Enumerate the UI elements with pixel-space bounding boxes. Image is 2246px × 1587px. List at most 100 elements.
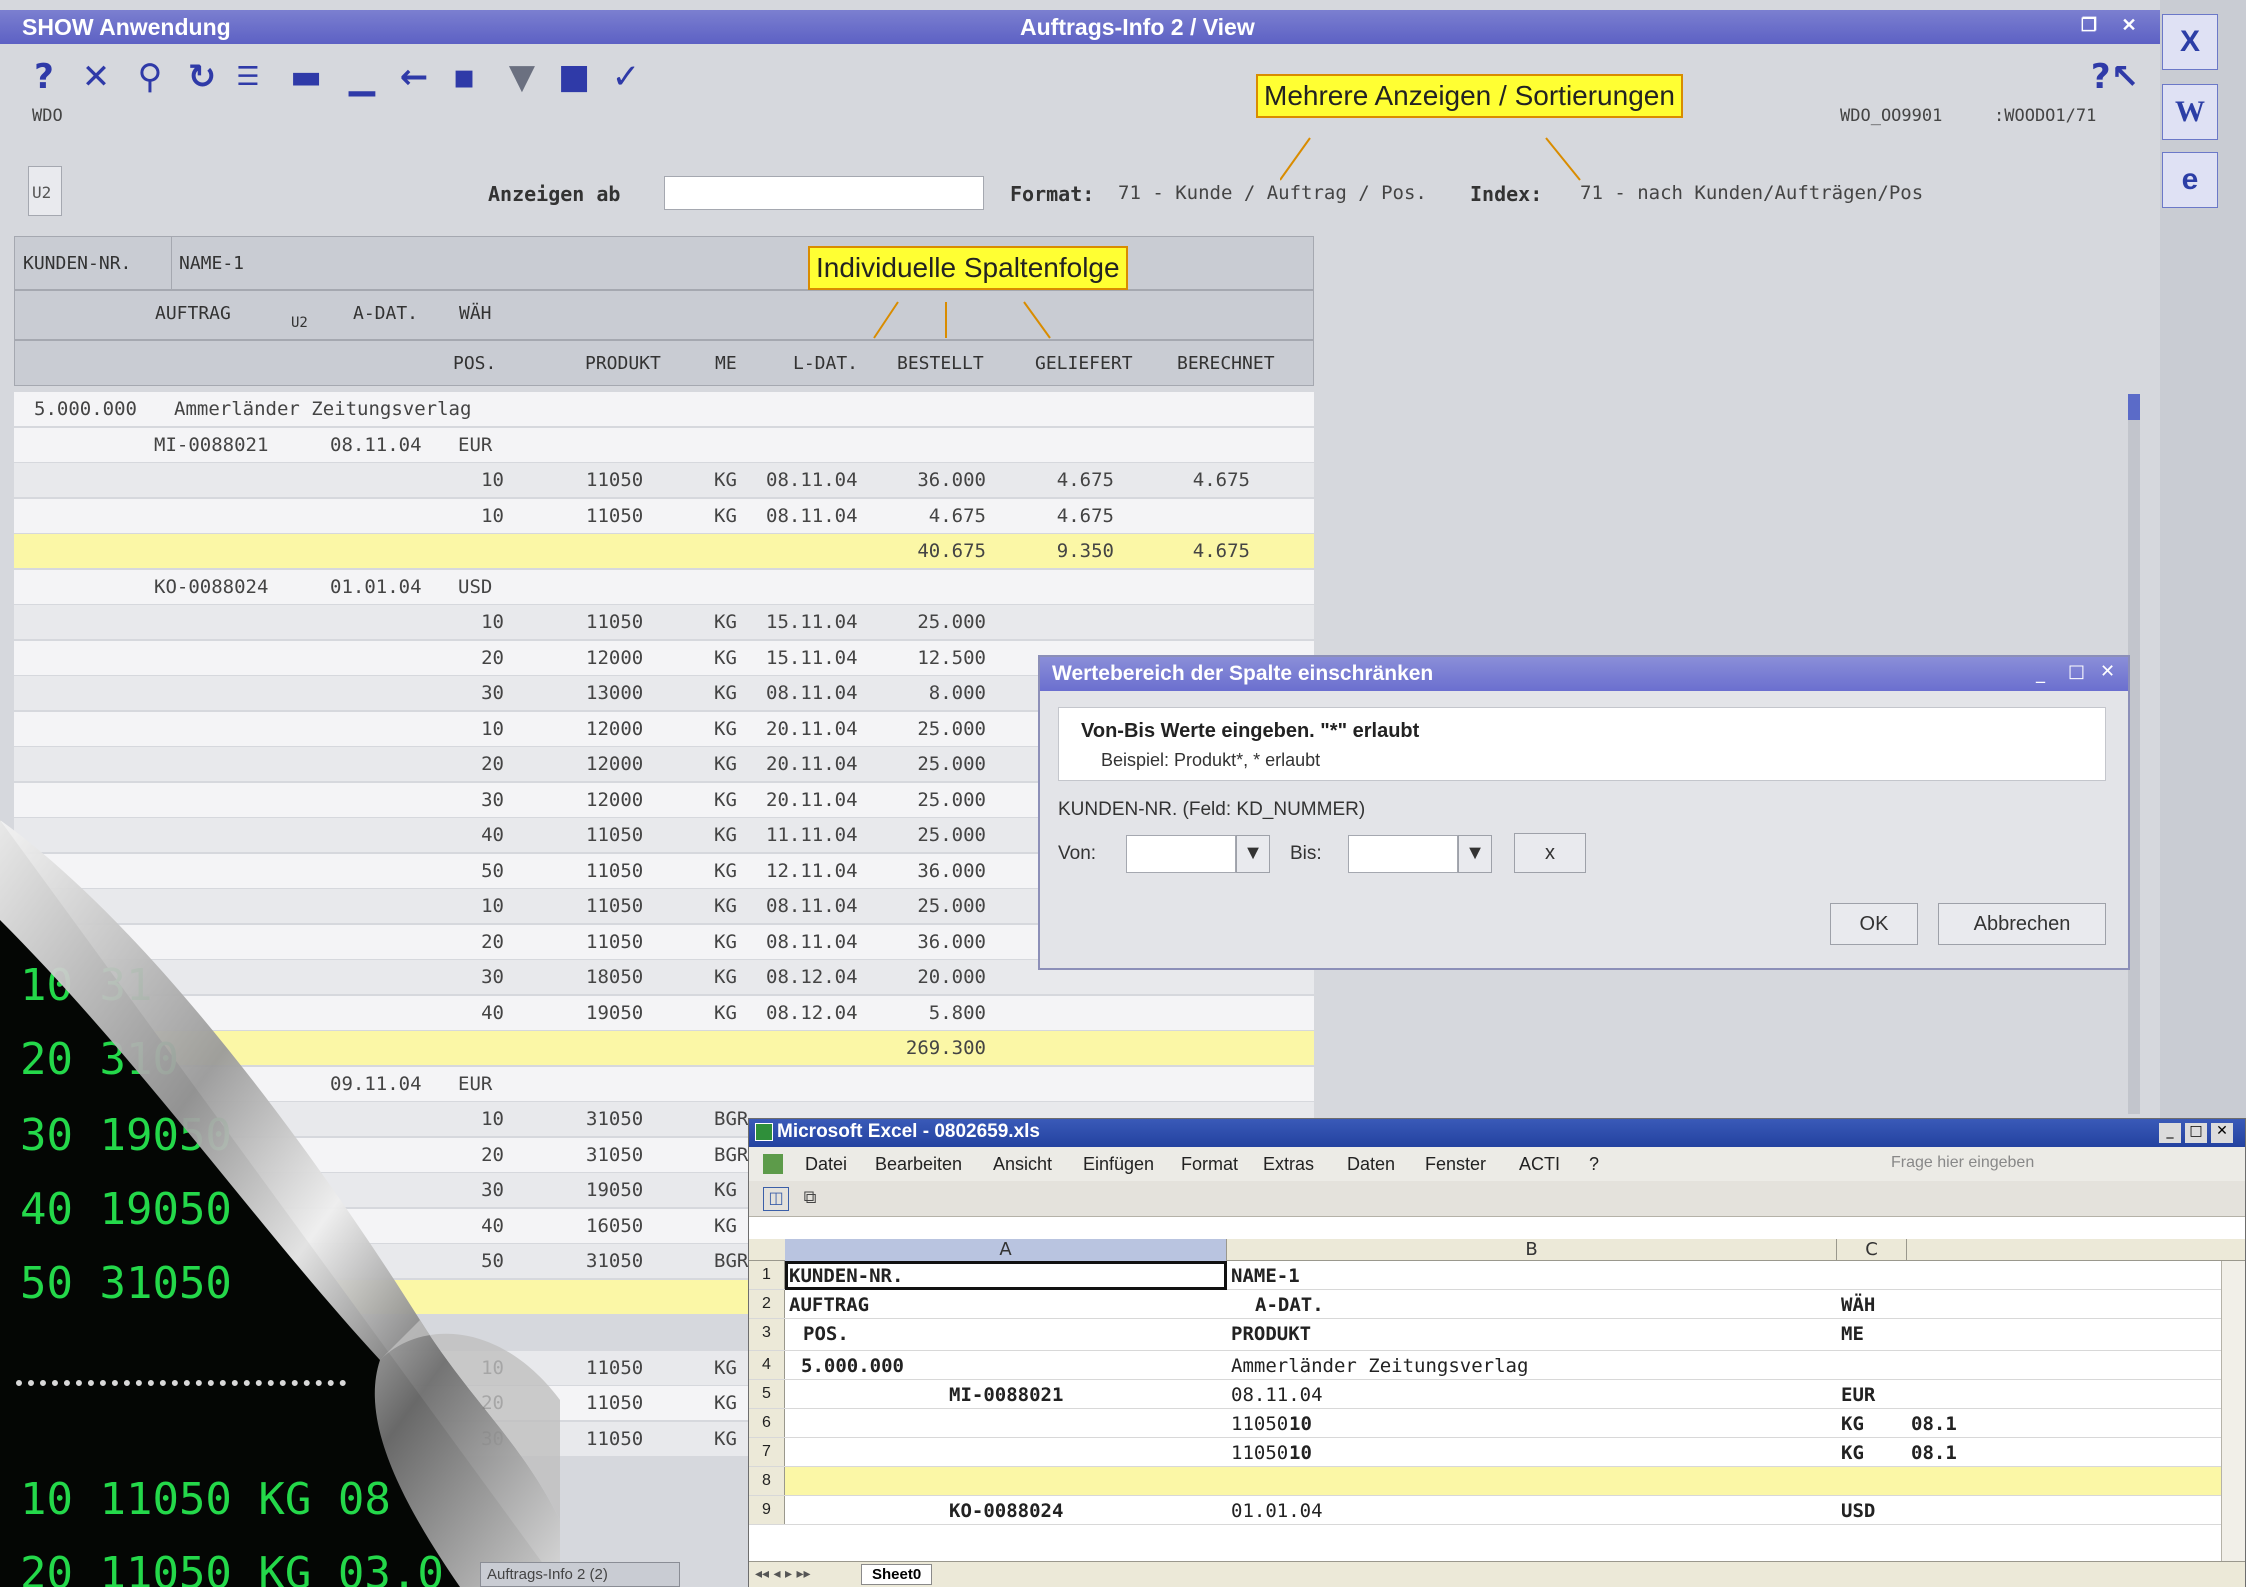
cell-a[interactable]: POS. [803, 1323, 849, 1345]
excel-help-search[interactable]: Frage hier eingeben [1891, 1154, 2034, 1172]
anzeigen-input[interactable] [664, 176, 984, 210]
row-number[interactable]: 4 [749, 1351, 785, 1379]
word-export-icon[interactable]: W [2162, 84, 2218, 140]
col-header-c[interactable]: C [1837, 1239, 1907, 1261]
ok-button[interactable]: OK [1830, 903, 1918, 945]
col-a-dat[interactable]: A-DAT. [353, 303, 418, 324]
excel-row[interactable]: 9 KO-0088024 01.01.04 USD [749, 1496, 2245, 1525]
col-produkt[interactable]: PRODUKT [585, 353, 661, 374]
list-icon[interactable]: ☰ [228, 54, 268, 100]
index-value[interactable]: 71 - nach Kunden/Aufträgen/Pos [1580, 182, 1923, 204]
cell-c[interactable]: USD [1841, 1500, 1875, 1522]
menu-einfuegen[interactable]: Einfügen [1083, 1154, 1154, 1175]
cell-b[interactable]: 11050 [1231, 1413, 1288, 1435]
excel-export-icon[interactable]: X [2162, 14, 2218, 70]
col-name1[interactable]: NAME-1 [179, 253, 244, 274]
help-icon[interactable]: ? [24, 54, 64, 100]
search-icon[interactable]: ⚲ [130, 54, 170, 100]
cell-a[interactable]: 10 [1289, 1442, 1312, 1464]
cell-d[interactable]: 08.1 [1911, 1413, 1957, 1435]
excel-row[interactable]: 6 10 11050 KG 08.1 [749, 1409, 2245, 1438]
cell-a[interactable]: KO-0088024 [949, 1500, 1063, 1522]
cell-c[interactable]: KG [1841, 1413, 1864, 1435]
underline-icon[interactable]: ▁ [342, 54, 382, 100]
menu-extras[interactable]: Extras [1263, 1154, 1314, 1175]
refresh-icon[interactable]: ↻ [182, 54, 222, 100]
menu-daten[interactable]: Daten [1347, 1154, 1395, 1175]
excel-row[interactable]: 3 POS. PRODUKT ME [749, 1319, 2245, 1351]
terminal-tab[interactable]: Auftrags-Info 2 (2) [480, 1562, 680, 1587]
col-header-b[interactable]: B [1227, 1239, 1837, 1261]
col-bestellt[interactable]: BESTELLT [897, 353, 984, 374]
sheet-nav-icon[interactable]: ◂◂ ◂ ▸ ▸▸ [755, 1566, 811, 1582]
cell-c[interactable]: ME [1841, 1323, 1864, 1345]
sheet-tab[interactable]: Sheet0 [861, 1564, 933, 1585]
close-dialog-icon[interactable]: ✕ [2100, 661, 2115, 682]
row-number[interactable]: 8 [749, 1467, 785, 1495]
excel-row[interactable]: 2 AUFTRAG A-DAT. WÄH [749, 1290, 2245, 1319]
col-auftrag[interactable]: AUFTRAG [155, 303, 231, 324]
row-number[interactable]: 5 [749, 1380, 785, 1408]
menu-acti[interactable]: ACTI [1519, 1154, 1560, 1175]
cell-b[interactable]: A-DAT. [1255, 1294, 1324, 1316]
row-number[interactable]: 6 [749, 1409, 785, 1437]
excel-row[interactable]: 8 [749, 1467, 2245, 1496]
restore-icon[interactable]: ❐ [2078, 15, 2100, 37]
excel-row[interactable]: 7 10 11050 KG 08.1 [749, 1438, 2245, 1467]
col-berechnet[interactable]: BERECHNET [1177, 353, 1275, 374]
col-header-a[interactable]: A [785, 1239, 1227, 1261]
table-row[interactable]: 10 11050 KG 08.11.04 36.000 4.675 4.675 [14, 463, 1314, 497]
cell-a[interactable]: MI-0088021 [949, 1384, 1063, 1406]
table-row[interactable]: 10 11050 KG 08.11.04 4.675 4.675 [14, 499, 1314, 533]
customer-row[interactable]: 5.000.000 Ammerländer Zeitungsverlag [14, 392, 1314, 426]
minimize-icon[interactable]: _ [2036, 663, 2045, 684]
filter-icon[interactable]: ▼ [502, 54, 542, 100]
col-l-dat[interactable]: L-DAT. [793, 353, 858, 374]
col-me[interactable]: ME [715, 353, 737, 374]
context-help-icon[interactable]: ?↖ [2090, 54, 2140, 100]
order-row[interactable]: MI-0088021 08.11.04 EUR [14, 428, 1314, 462]
menu-bearbeiten[interactable]: Bearbeiten [875, 1154, 962, 1175]
row-number[interactable]: 7 [749, 1438, 785, 1466]
cell-d[interactable]: 08.1 [1911, 1442, 1957, 1464]
cell-b[interactable]: Ammerländer Zeitungsverlag [1231, 1355, 1528, 1377]
minus-icon[interactable]: ▬ [286, 54, 326, 100]
menu-help[interactable]: ? [1589, 1154, 1599, 1175]
menu-ansicht[interactable]: Ansicht [993, 1154, 1052, 1175]
close-icon[interactable]: ✕ [76, 54, 116, 100]
scrollbar-thumb[interactable] [2128, 394, 2140, 420]
bis-dropdown-icon[interactable]: ▼ [1458, 835, 1492, 873]
cancel-button[interactable]: Abbrechen [1938, 903, 2106, 945]
browser-export-icon[interactable]: e [2162, 152, 2218, 208]
col-kunden-nr[interactable]: KUNDEN-NR. [23, 253, 131, 274]
copy-icon[interactable]: ⧉ [797, 1187, 823, 1211]
excel-row[interactable]: 1 KUNDEN-NR. NAME-1 [749, 1261, 2245, 1290]
bookmark-icon[interactable]: ■ [554, 54, 594, 100]
row-number[interactable]: 1 [749, 1261, 785, 1289]
row-number[interactable]: 2 [749, 1290, 785, 1318]
excel-row[interactable]: 4 5.000.000 Ammerländer Zeitungsverlag [749, 1351, 2245, 1380]
save-icon[interactable]: ▪ [444, 54, 484, 100]
order-row[interactable]: KO-0088024 01.01.04 USD [14, 570, 1314, 604]
col-geliefert[interactable]: GELIEFERT [1035, 353, 1133, 374]
cell-a[interactable]: 10 [1289, 1413, 1312, 1435]
col-waeh[interactable]: WÄH [459, 303, 492, 324]
cell-a[interactable]: AUFTRAG [789, 1294, 869, 1316]
back-arrow-icon[interactable]: ← [394, 54, 434, 100]
table-row[interactable]: 10 11050 KG 15.11.04 25.000 [14, 605, 1314, 639]
col-pos[interactable]: POS. [453, 353, 496, 374]
cell-b[interactable]: 11050 [1231, 1442, 1288, 1464]
maximize-icon[interactable]: □ [2068, 661, 2085, 682]
menu-fenster[interactable]: Fenster [1425, 1154, 1486, 1175]
cell-b[interactable]: 08.11.04 [1231, 1384, 1323, 1406]
cell-c[interactable]: KG [1841, 1442, 1864, 1464]
sum-row[interactable]: 40.675 9.350 4.675 [14, 534, 1314, 568]
excel-row[interactable]: 5 MI-0088021 08.11.04 EUR [749, 1380, 2245, 1409]
check-icon[interactable]: ✓ [606, 54, 646, 100]
clear-button[interactable]: x [1514, 833, 1586, 873]
row-number[interactable]: 3 [749, 1319, 785, 1350]
row-number[interactable]: 9 [749, 1496, 785, 1524]
von-input[interactable] [1126, 835, 1236, 873]
cell-b[interactable]: 01.01.04 [1231, 1500, 1323, 1522]
cell-a[interactable]: 5.000.000 [801, 1355, 904, 1377]
